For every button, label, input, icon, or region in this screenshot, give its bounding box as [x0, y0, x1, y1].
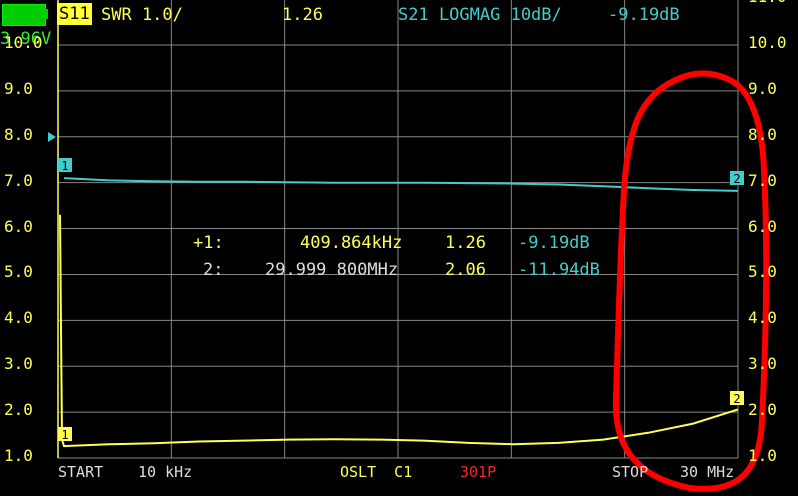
y-axis-left-tick: 8.0 — [4, 124, 33, 144]
y-axis-left-tick: 2.0 — [4, 400, 33, 420]
y-axis-right-tick: 6.0 — [748, 216, 777, 236]
marker-1-freq: 409.864kHz — [300, 233, 403, 253]
marker-1-swr[interactable]: 1 — [58, 427, 72, 442]
trace1-channel-badge[interactable]: S11 — [57, 3, 92, 25]
battery-icon — [2, 4, 46, 26]
y-axis-left-tick: 10.0 — [4, 33, 43, 52]
y-axis-right-tick: 1.0 — [748, 446, 777, 465]
stop-label[interactable]: STOP — [612, 462, 648, 482]
marker-2-label: 2: — [203, 260, 224, 280]
cal-status[interactable]: OSLT C1 — [340, 462, 412, 482]
marker-2-swr[interactable]: 2 — [730, 391, 744, 406]
y-axis-right-tick: 8.0 — [748, 124, 777, 144]
y-axis-left-tick: 9.0 — [4, 78, 33, 98]
marker-2-freq: 29.999 800MHz — [265, 260, 399, 280]
trace2-value: -9.19dB — [608, 5, 680, 25]
marker-1-s21-label: 1 — [61, 159, 68, 173]
y-axis-right-tick: 2.0 — [748, 400, 777, 420]
marker-2-swr-label: 2 — [733, 392, 740, 406]
annotation-circle — [612, 70, 770, 492]
y-axis-right-tick: 9.0 — [748, 78, 777, 98]
marker-1-logmag: -9.19dB — [518, 233, 590, 253]
trace1-value: 1.26 — [282, 5, 323, 25]
marker-2-swr: 2.06 — [445, 260, 486, 280]
stop-freq[interactable]: 30 MHz — [680, 462, 734, 482]
trace2-label[interactable]: S21 LOGMAG 10dB/ — [398, 5, 562, 25]
s21-trace — [63, 177, 739, 192]
start-freq[interactable]: 10 kHz — [138, 462, 192, 482]
y-axis-right-tick: 11.0 — [748, 0, 787, 6]
marker-1-swr-label: 1 — [61, 428, 68, 442]
y-axis-right-tick: 7.0 — [748, 170, 777, 190]
y-axis-right-tick: 10.0 — [748, 33, 787, 52]
trace1-format[interactable]: SWR 1.0/ — [101, 5, 183, 25]
reference-pointer-icon — [48, 132, 56, 142]
vna-screen: 1 1 2 2 3.96V S11 SWR 1.0/ 1.26 S21 LOGM… — [0, 0, 798, 496]
y-axis-left-tick: 5.0 — [4, 262, 33, 282]
y-axis-right-tick: 4.0 — [748, 308, 777, 328]
marker-1-s21[interactable]: 1 — [58, 158, 72, 173]
start-label[interactable]: START — [58, 462, 103, 482]
y-axis-left-tick: 6.0 — [4, 216, 33, 236]
y-axis-right-tick: 5.0 — [748, 262, 777, 282]
marker-1-swr: 1.26 — [445, 233, 486, 253]
y-axis-left-tick: 4.0 — [4, 308, 33, 328]
y-axis-left-tick: 7.0 — [4, 170, 33, 190]
y-axis-left-tick: 3.0 — [4, 354, 33, 374]
marker-2-logmag: -11.94dB — [518, 260, 600, 280]
y-axis-left-tick: 1.0 — [4, 446, 33, 465]
y-axis-right-tick: 3.0 — [748, 354, 777, 374]
marker-1-label: +1: — [193, 233, 224, 253]
marker-2-s21[interactable]: 2 — [730, 171, 744, 186]
battery-tip — [45, 9, 48, 19]
grid — [57, 0, 739, 459]
points-count[interactable]: 301P — [460, 462, 496, 482]
marker-2-s21-label: 2 — [733, 172, 740, 186]
